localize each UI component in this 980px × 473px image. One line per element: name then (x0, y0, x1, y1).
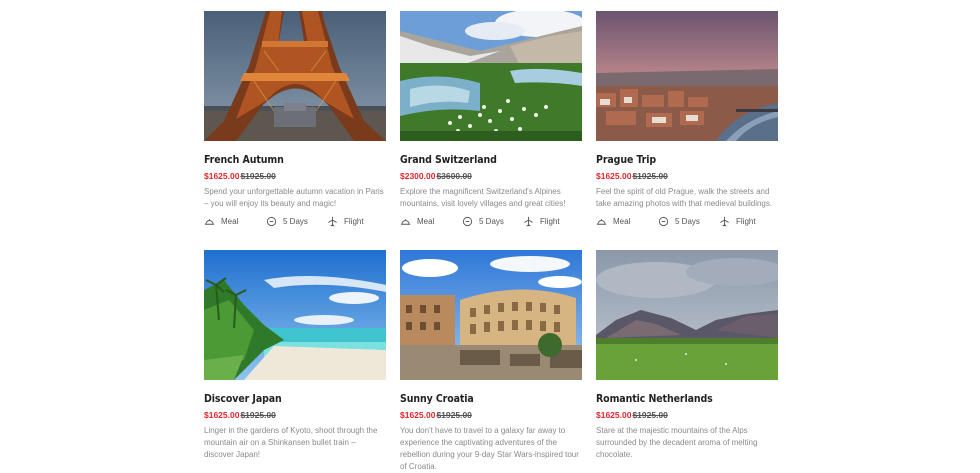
price-original: $1925.00 (436, 410, 472, 420)
price-current: $1625.00 (400, 410, 436, 420)
price-current: $1625.00 (596, 410, 632, 420)
meal-cloche-icon (204, 219, 215, 225)
tour-prices: $1625.00$1925.00 (596, 171, 778, 181)
tour-description: Linger in the gardens of Kyoto, shoot th… (204, 426, 378, 459)
airplane-icon (328, 216, 337, 227)
tour-card-prague-trip[interactable]: Prague Trip $1625.00$1925.00 Feel the sp… (596, 11, 778, 227)
tour-features: Meal 5 Days Flight (400, 216, 582, 227)
airplane-icon (720, 216, 729, 227)
price-original: $1925.00 (632, 410, 668, 420)
feature-label: Meal (613, 217, 631, 226)
tour-photo-prague-city[interactable] (596, 11, 778, 141)
feature-label: Flight (540, 217, 560, 226)
feature-label: Flight (344, 217, 364, 226)
feature-days: 5 Days (658, 216, 719, 227)
tour-description: Stare at the majestic mountains of the A… (596, 426, 758, 459)
tour-title[interactable]: Sunny Croatia (400, 393, 582, 405)
feature-meal: Meal (204, 216, 266, 227)
tour-features: Meal 5 Days Flight (204, 216, 386, 227)
meal-cloche-icon (596, 219, 607, 225)
price-current: $2300.00 (400, 171, 436, 181)
feature-label: Meal (417, 217, 435, 226)
price-current: $1625.00 (204, 171, 240, 181)
feature-flight: Flight (327, 216, 364, 227)
meal-cloche-icon (400, 219, 411, 225)
tour-title[interactable]: Grand Switzerland (400, 154, 582, 166)
feature-label: 5 Days (283, 217, 308, 226)
price-original: $3600.00 (436, 171, 472, 181)
tour-card-romantic-netherlands[interactable]: Romantic Netherlands $1625.00$1925.00 St… (596, 250, 778, 461)
price-current: $1625.00 (204, 410, 240, 420)
tour-photo-eiffel-tower[interactable] (204, 11, 386, 141)
price-original: $1925.00 (240, 171, 276, 181)
tour-photo-colosseum[interactable] (400, 250, 582, 380)
tour-prices: $1625.00$1925.00 (204, 171, 386, 181)
tour-title[interactable]: Prague Trip (596, 154, 778, 166)
feature-days: 5 Days (462, 216, 523, 227)
price-original: $1925.00 (632, 171, 668, 181)
tour-prices: $1625.00$1925.00 (400, 410, 582, 420)
tour-title[interactable]: Discover Japan (204, 393, 386, 405)
tour-card-grand-switzerland[interactable]: Grand Switzerland $2300.00$3600.00 Explo… (400, 11, 582, 227)
price-current: $1625.00 (596, 171, 632, 181)
price-original: $1925.00 (240, 410, 276, 420)
tour-prices: $1625.00$1925.00 (204, 410, 386, 420)
feature-flight: Flight (719, 216, 756, 227)
tour-description: You don't have to travel to a galaxy far… (400, 426, 579, 471)
tour-prices: $1625.00$1925.00 (596, 410, 778, 420)
tour-card-sunny-croatia[interactable]: Sunny Croatia $1625.00$1925.00 You don't… (400, 250, 582, 473)
tour-description: Feel the spirit of old Prague, walk the … (596, 187, 773, 208)
tour-description: Explore the magnificent Switzerland's Al… (400, 187, 566, 208)
tour-card-french-autumn[interactable]: French Autumn $1625.00$1925.00 Spend you… (204, 11, 386, 227)
airplane-icon (524, 216, 533, 227)
tour-description: Spend your unforgettable autumn vacation… (204, 187, 384, 208)
feature-flight: Flight (523, 216, 560, 227)
clock-icon (462, 216, 473, 227)
tour-card-discover-japan[interactable]: Discover Japan $1625.00$1925.00 Linger i… (204, 250, 386, 461)
tour-photo-tropical-beach[interactable] (204, 250, 386, 380)
clock-icon (266, 216, 277, 227)
feature-label: 5 Days (479, 217, 504, 226)
tour-title[interactable]: Romantic Netherlands (596, 393, 778, 405)
feature-meal: Meal (400, 216, 462, 227)
feature-meal: Meal (596, 216, 658, 227)
feature-label: Flight (736, 217, 756, 226)
feature-label: 5 Days (675, 217, 700, 226)
tour-prices: $2300.00$3600.00 (400, 171, 582, 181)
feature-label: Meal (221, 217, 239, 226)
tour-title[interactable]: French Autumn (204, 154, 386, 166)
tour-photo-green-valley[interactable] (596, 250, 778, 380)
tour-features: Meal 5 Days Flight (596, 216, 778, 227)
tour-photo-alpine-meadow[interactable] (400, 11, 582, 141)
clock-icon (658, 216, 669, 227)
feature-days: 5 Days (266, 216, 327, 227)
